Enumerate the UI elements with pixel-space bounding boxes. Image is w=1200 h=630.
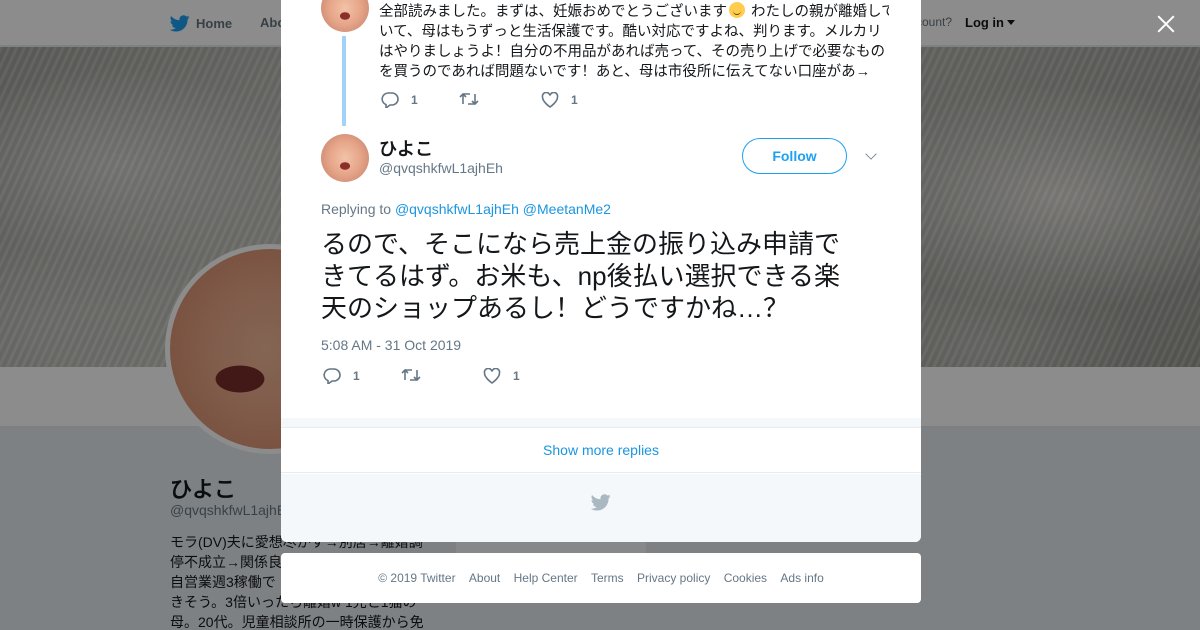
tweet-line: 天のショップあるし！どうですかね…？ xyxy=(321,293,790,323)
divider xyxy=(281,418,921,428)
mention-link[interactable]: @qvqshkfwL1ajhEh xyxy=(395,201,519,217)
like-button[interactable]: 1 xyxy=(541,92,578,108)
reply-icon xyxy=(323,368,341,384)
author-handle[interactable]: @qvqshkfwL1ajhEh xyxy=(379,160,503,176)
close-icon[interactable] xyxy=(1154,12,1178,36)
retweet-icon xyxy=(459,92,479,106)
avatar[interactable] xyxy=(321,0,369,32)
footer-link-privacy[interactable]: Privacy policy xyxy=(637,571,710,585)
tweet-line: きてるはず。お米も、np後払い選択できる楽 xyxy=(321,261,841,291)
reply-count: 1 xyxy=(353,369,360,383)
tweet-line: はやりましょうよ！自分の不用品があれば売って、その売り上げで必要なもの xyxy=(379,44,886,60)
like-button[interactable]: 1 xyxy=(483,368,520,384)
modal-footer xyxy=(281,474,921,542)
reply-icon xyxy=(381,92,399,108)
retweet-button[interactable] xyxy=(459,92,491,106)
chevron-down-icon[interactable] xyxy=(865,148,877,160)
tweet-timestamp[interactable]: 5:08 AM - 31 Oct 2019 xyxy=(321,337,461,353)
site-footer: © 2019 Twitter About Help Center Terms P… xyxy=(281,553,921,603)
footer-link-terms[interactable]: Terms xyxy=(591,571,624,585)
author-name[interactable]: ひよこ xyxy=(379,135,433,161)
retweet-icon xyxy=(401,368,421,382)
replying-label: Replying to xyxy=(321,201,392,217)
like-count: 1 xyxy=(513,369,520,383)
heart-icon xyxy=(483,368,501,384)
footer-link-cookies[interactable]: Cookies xyxy=(724,571,767,585)
footer-link-about[interactable]: About xyxy=(469,571,500,585)
heart-icon xyxy=(541,92,559,108)
reply-button[interactable]: 1 xyxy=(323,368,360,384)
tweet-line: を買うのであれば問題ないです！あと、母は市役所に伝えてない口座があ→ xyxy=(379,64,871,80)
show-more-replies-button[interactable]: Show more replies xyxy=(281,428,921,473)
thread-connector xyxy=(342,36,346,126)
reply-button[interactable]: 1 xyxy=(381,92,418,108)
reply-count: 1 xyxy=(411,93,418,107)
tweet-line: いて、母はもうずっと生活保護です。酷い対応ですよね、判ります。メルカリ xyxy=(379,24,882,40)
mention-link[interactable]: @MeetanMe2 xyxy=(523,201,611,217)
twitter-bird-icon xyxy=(591,494,611,511)
copyright-text: © 2019 Twitter xyxy=(378,571,456,585)
replying-to: Replying to @qvqshkfwL1ajhEh @MeetanMe2 xyxy=(321,201,611,217)
retweet-button[interactable] xyxy=(401,368,433,382)
footer-link-ads-info[interactable]: Ads info xyxy=(780,571,823,585)
like-count: 1 xyxy=(571,93,578,107)
tweet-text: るので、そこになら売上金の振り込み申請で きてるはず。お米も、np後払い選択でき… xyxy=(321,228,891,324)
follow-button[interactable]: Follow xyxy=(742,138,847,174)
tweet-permalink-modal: 全部読みました。まずは、妊娠おめでとうございます わたしの親が離婚して いて、母… xyxy=(281,0,921,542)
tweet-line: 全部読みました。まずは、妊娠おめでとうございます わたしの親が離婚して xyxy=(379,2,889,20)
previous-tweet-text: 全部読みました。まずは、妊娠おめでとうございます わたしの親が離婚して いて、母… xyxy=(379,2,889,82)
tweet-line: るので、そこになら売上金の振り込み申請で xyxy=(321,229,840,259)
footer-link-help-center[interactable]: Help Center xyxy=(514,571,578,585)
author-avatar[interactable] xyxy=(321,134,369,182)
smiling-face-emoji-icon xyxy=(729,2,745,18)
